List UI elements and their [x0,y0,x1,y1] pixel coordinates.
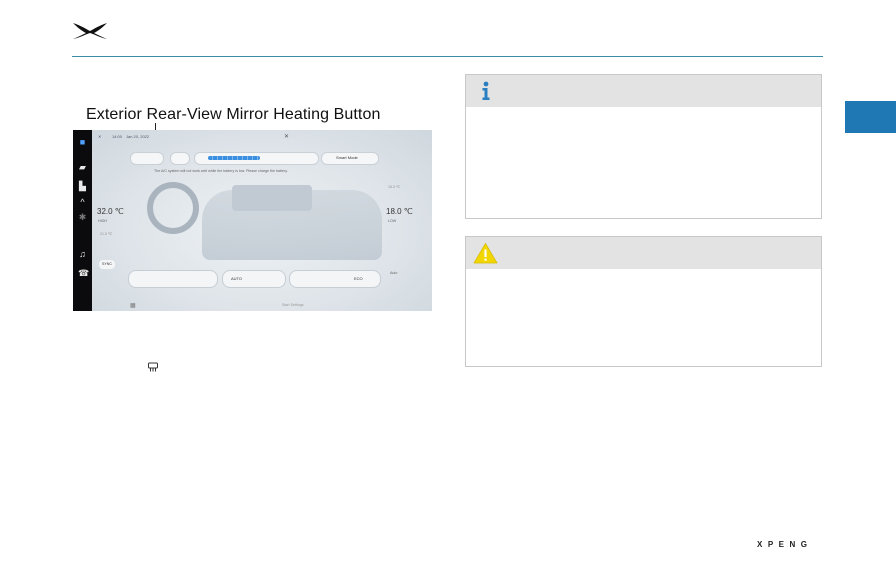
screen-sidebar: ■ ▰ ▙ ^ ✱ ♫ ☎ [73,130,92,311]
info-note [465,74,822,219]
recirc-control [170,152,190,165]
fan-speed-bar [208,156,260,160]
defrost-buttons [289,270,381,288]
mirror-heat-controls [130,152,164,165]
right-temp-upper: 18.5 ℃ [388,185,401,189]
screen-logo-icon: ✕ [284,134,290,140]
chevron-up-icon: ^ [80,197,85,207]
warning-icon [473,243,498,264]
close-icon: ✕ [98,134,102,139]
warning-note-header [466,237,821,269]
music-icon: ♫ [79,249,86,259]
airflow-buttons [128,270,218,288]
status-time: 14:00 [112,134,123,139]
eco-label: ECO [354,276,363,281]
figure-caption: Exterior Rear-View Mirror Heating Button [86,106,381,123]
center-display-render [232,185,312,211]
sync-button: SYNC [99,260,115,269]
steering-wheel-render [147,182,199,234]
left-temp: 32.0 ℃ [97,207,124,216]
auto-label: AUTO [231,276,243,281]
screen-main: ✕ 14:00 Jan 20, 2022 ✕ Smart Mode The A/… [92,130,432,311]
info-icon [482,81,490,100]
mode-label: Auto [390,271,398,275]
phone-icon: ☎ [78,268,90,278]
xpeng-logo-icon [73,23,107,39]
right-temp: 18.0 ℃ [386,207,413,216]
rear-defrost-icon [148,362,158,372]
battery-notice: The A/C system will not work well while … [154,169,288,173]
right-temp-sub: LOW [388,219,397,223]
seat-icon: ▙ [79,181,86,191]
header-divider [72,56,823,57]
smart-mode-label: Smart Mode [336,155,358,160]
grid-icon: ▦ [130,303,136,309]
left-temp-sub: HIGH [98,219,107,223]
bottom-hint: Start Settings [282,303,304,307]
car-icon: ▰ [79,162,86,172]
climate-screen-image: ■ ▰ ▙ ^ ✱ ♫ ☎ ✕ 14:00 Jan 20, 2022 ✕ Sma… [73,130,432,311]
warning-note [465,236,822,367]
left-temp-lower: 31.5 ℃ [100,232,113,236]
apps-icon: ■ [79,137,86,147]
fan-icon: ✱ [78,212,87,222]
section-tab [845,101,896,133]
info-note-header [466,75,821,107]
footer-brand: XPENG [757,540,813,549]
status-date: Jan 20, 2022 [126,134,150,139]
